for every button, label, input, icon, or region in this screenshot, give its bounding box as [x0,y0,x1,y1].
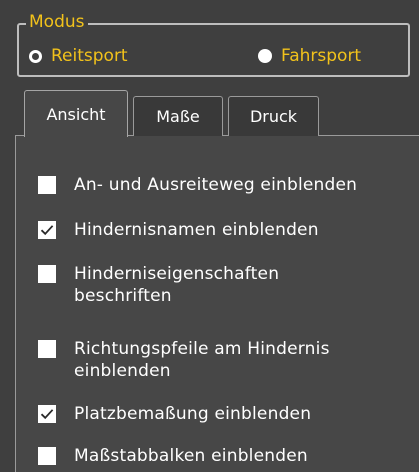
checkbox-unchecked[interactable] [38,340,56,358]
checkmark-icon [40,225,54,236]
option-label: Maßstabbalken einblenden [74,446,308,466]
checkmark-icon [40,409,54,420]
modus-legend: Modus [26,12,88,32]
option-richtungspfeile[interactable]: Richtungspfeile am Hindernis einblenden [38,338,330,382]
option-label-multiline: Hinderniseigenschaften beschriften [74,263,279,307]
option-label-line1: Richtungspfeile am Hindernis [74,339,330,359]
option-an-ausreiteweg[interactable]: An- und Ausreiteweg einblenden [38,174,357,196]
checkbox-unchecked[interactable] [38,176,56,194]
option-label: Platzbemaßung einblenden [74,404,312,424]
checkbox-checked[interactable] [38,405,56,423]
option-label-line2: einblenden [74,361,171,381]
tab-masse-label: Maße [156,107,200,126]
option-hinderniseigenschaften[interactable]: Hinderniseigenschaften beschriften [38,263,279,307]
tab-druck[interactable]: Druck [228,96,319,136]
radio-fahrsport[interactable]: Fahrsport [258,44,361,68]
radio-unselected-icon [29,49,42,63]
tab-ansicht[interactable]: Ansicht [24,90,128,137]
tab-ansicht-label: Ansicht [46,104,106,124]
radio-fahrsport-label: Fahrsport [281,46,362,66]
option-label-multiline: Richtungspfeile am Hindernis einblenden [74,338,330,382]
option-platzbemassung[interactable]: Platzbemaßung einblenden [38,403,311,425]
settings-panel: Modus Reitsport Fahrsport Ansicht Maße D… [0,0,419,472]
radio-reitsport-label: Reitsport [51,46,128,66]
checkbox-unchecked[interactable] [38,265,56,283]
option-hindernisnamen[interactable]: Hindernisnamen einblenden [38,219,319,241]
radio-selected-icon [258,49,272,63]
radio-reitsport[interactable]: Reitsport [29,44,128,68]
option-label: Hindernisnamen einblenden [74,220,319,240]
tab-masse[interactable]: Maße [133,96,223,136]
option-label-line1: Hinderniseigenschaften [74,264,280,284]
checkbox-unchecked[interactable] [38,447,56,465]
checkbox-checked[interactable] [38,221,56,239]
tab-druck-label: Druck [249,107,298,126]
option-label-line2: beschriften [74,286,172,306]
option-label: An- und Ausreiteweg einblenden [74,175,358,195]
option-massstabbalken[interactable]: Maßstabbalken einblenden [38,445,308,467]
